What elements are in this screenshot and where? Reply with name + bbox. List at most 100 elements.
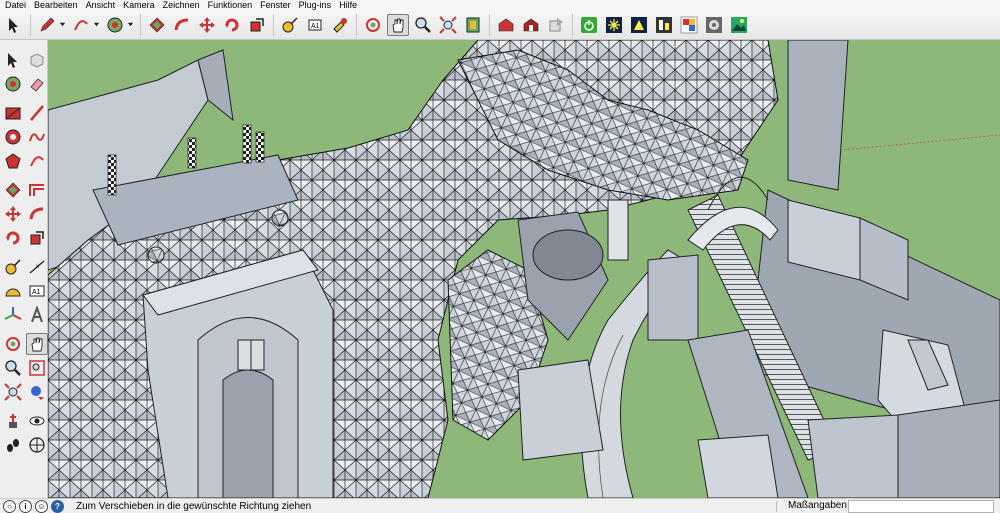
dropdown-arrow-icon[interactable] xyxy=(126,14,134,36)
menu-ansicht[interactable]: Ansicht xyxy=(82,0,120,10)
circle-tool-button[interactable] xyxy=(2,126,24,148)
dropdown-arrow-icon[interactable] xyxy=(58,14,66,36)
photo-landscape-button[interactable] xyxy=(728,14,750,36)
zoom-window-icon xyxy=(28,359,46,377)
pencil-button[interactable] xyxy=(36,14,58,36)
pan-hand-tool-button[interactable] xyxy=(26,333,48,355)
fog-button[interactable] xyxy=(653,14,675,36)
user-account-icon[interactable]: ☺ xyxy=(35,499,48,513)
text-tool-button[interactable]: A1 xyxy=(26,280,48,302)
orbit-button[interactable] xyxy=(362,14,384,36)
rotate-button[interactable] xyxy=(221,14,243,36)
geo-location-icon[interactable]: ○ xyxy=(3,499,16,513)
menu-plug-ins[interactable]: Plug-ins xyxy=(295,0,336,10)
zoom-extents-button[interactable] xyxy=(437,14,459,36)
eraser-tool-button[interactable] xyxy=(26,73,48,95)
front-right-side xyxy=(897,399,1000,498)
push-pull-tool-button[interactable] xyxy=(2,179,24,201)
settings-gear-button[interactable] xyxy=(703,14,725,36)
photo-landscape-icon xyxy=(730,16,748,34)
3d-viewport[interactable] xyxy=(48,40,1000,498)
protractor-tool-button[interactable] xyxy=(2,280,24,302)
menu-datei[interactable]: Datei xyxy=(1,0,30,10)
zoom-extents-tool-button[interactable] xyxy=(2,381,24,403)
components-button[interactable] xyxy=(462,14,484,36)
tape-measure-tool-button[interactable] xyxy=(2,256,24,278)
help-icon[interactable]: ? xyxy=(51,499,64,513)
menu-hilfe[interactable]: Hilfe xyxy=(335,0,361,10)
zoom-extents-icon xyxy=(4,383,22,401)
menu-kamera[interactable]: Kamera xyxy=(119,0,159,10)
settings-gear-icon xyxy=(705,16,723,34)
measurements-input[interactable] xyxy=(848,500,994,513)
dropdown-arrow-icon[interactable] xyxy=(92,14,100,36)
arc-button[interactable] xyxy=(70,14,92,36)
left-toolbar-row xyxy=(0,125,47,149)
paint-bucket-icon xyxy=(4,75,22,93)
follow-me-icon xyxy=(173,16,191,34)
look-around-tool-button[interactable] xyxy=(26,410,48,432)
dimension-tool-button[interactable]: x xyxy=(26,256,48,278)
pan-hand-icon xyxy=(28,335,46,353)
paint-icon xyxy=(331,16,349,34)
left-toolbar-row xyxy=(0,409,47,433)
style-button[interactable] xyxy=(678,14,700,36)
pan-hand-button[interactable] xyxy=(387,13,409,36)
follow-me-button[interactable] xyxy=(171,14,193,36)
walk-icon xyxy=(4,436,22,454)
menu-funktionen[interactable]: Funktionen xyxy=(204,0,257,10)
select-arrow-tool-button[interactable] xyxy=(2,49,24,71)
offset-tool-button[interactable] xyxy=(26,179,48,201)
zoom-window-tool-button[interactable] xyxy=(26,357,48,379)
warehouse-share-button[interactable] xyxy=(520,14,542,36)
paint-bucket-tool-button[interactable] xyxy=(2,73,24,95)
left-toolbar-row xyxy=(0,433,47,457)
orbit-tool-button[interactable] xyxy=(2,333,24,355)
rectangle-tool-button[interactable] xyxy=(2,102,24,124)
scale-tool-button[interactable] xyxy=(26,227,48,249)
menu-fenster[interactable]: Fenster xyxy=(256,0,295,10)
export-button[interactable] xyxy=(545,14,567,36)
model-scene[interactable] xyxy=(48,40,1000,498)
section-plane-tool-button[interactable] xyxy=(26,434,48,456)
credits-icon[interactable]: i xyxy=(19,499,32,513)
menu-zeichnen[interactable]: Zeichnen xyxy=(159,0,204,10)
rotate-icon xyxy=(4,229,22,247)
cavern xyxy=(532,229,604,281)
arc-tool-button[interactable] xyxy=(26,150,48,172)
paint-bucket-button[interactable] xyxy=(104,14,126,36)
pencil-icon xyxy=(38,16,56,34)
left-toolbar-row xyxy=(0,226,47,250)
axes-tool-button[interactable] xyxy=(2,304,24,326)
zoom-tool-button[interactable] xyxy=(2,357,24,379)
previous-view-tool-button[interactable] xyxy=(26,381,48,403)
freehand-tool-button[interactable] xyxy=(26,126,48,148)
follow-me-tool-button[interactable] xyxy=(26,203,48,225)
look-around-icon xyxy=(28,412,46,430)
zoom-button[interactable] xyxy=(412,14,434,36)
polygon-tool-button[interactable] xyxy=(2,150,24,172)
text-label-button[interactable]: A1 xyxy=(304,14,326,36)
power-button[interactable] xyxy=(578,14,600,36)
line-tool-button[interactable] xyxy=(26,102,48,124)
walk-tool-button[interactable] xyxy=(2,434,24,456)
paint-button[interactable] xyxy=(329,14,351,36)
rotate-tool-button[interactable] xyxy=(2,227,24,249)
shadow-button[interactable] xyxy=(628,14,650,36)
chimney-4 xyxy=(255,131,265,163)
sun-sparkle-button[interactable] xyxy=(603,14,625,36)
menu-bearbeiten[interactable]: Bearbeiten xyxy=(30,0,82,10)
warehouse-get-button[interactable] xyxy=(495,14,517,36)
move-tool-button[interactable] xyxy=(2,203,24,225)
move-button[interactable] xyxy=(196,14,218,36)
select-arrow-icon xyxy=(5,16,23,34)
push-pull-button[interactable] xyxy=(146,14,168,36)
dome-right xyxy=(271,209,289,227)
3d-text-tool-button[interactable] xyxy=(26,304,48,326)
component-tool-button[interactable] xyxy=(26,49,48,71)
tape-measure-button[interactable] xyxy=(279,14,301,36)
scale-button[interactable] xyxy=(246,14,268,36)
toolbar-separator xyxy=(572,13,573,36)
select-arrow-button[interactable] xyxy=(3,14,25,36)
position-camera-tool-button[interactable] xyxy=(2,410,24,432)
